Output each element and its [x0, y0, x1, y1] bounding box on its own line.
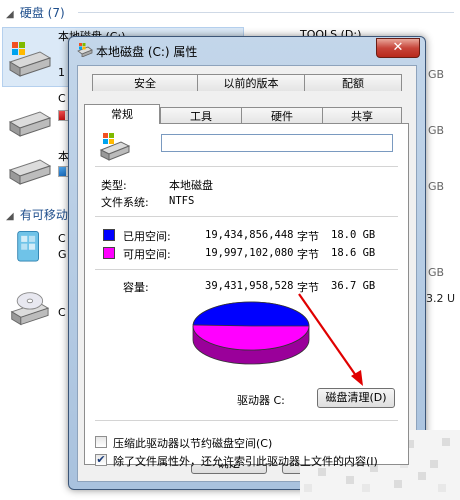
disk-cleanup-button[interactable]: 磁盘清理(D)	[317, 388, 395, 408]
tab-hardware[interactable]: 硬件	[241, 107, 323, 124]
index-checkbox[interactable]: ✔	[95, 454, 107, 466]
drive-icon[interactable]	[6, 152, 52, 192]
group-divider	[78, 12, 454, 13]
group-hard-disks-label: 硬盘 (7)	[19, 6, 65, 20]
close-button[interactable]: ✕	[376, 38, 420, 58]
drive-size-text: GB	[428, 68, 445, 81]
tab-sharing[interactable]: 共享	[322, 107, 402, 124]
divider	[95, 216, 398, 217]
local-drive-icon	[99, 133, 131, 161]
drive-name-input[interactable]	[161, 134, 393, 152]
used-space-bytes: 19,434,856,448	[205, 229, 294, 241]
pie-slice-used	[192, 301, 310, 327]
tab-label: 常规	[111, 108, 133, 121]
drive-size-text: GB	[428, 266, 445, 279]
group-removable-label: 有可移动	[19, 208, 68, 222]
drive-label-fragment: C	[58, 92, 66, 105]
free-space-bytes: 19,997,102,080	[205, 247, 294, 259]
drive-usage-fill	[59, 167, 66, 176]
compress-checkbox[interactable]	[95, 436, 107, 448]
group-hard-disks[interactable]: ◢ 硬盘 (7)	[6, 4, 65, 21]
drive-label-fragment: C	[58, 232, 66, 245]
drive-label-fragment: G	[58, 248, 67, 261]
capacity-label: 容量:	[123, 281, 149, 294]
drive-icon[interactable]	[6, 104, 52, 144]
drive-usage-fill	[59, 111, 65, 120]
used-space-swatch	[103, 229, 115, 241]
tab-general[interactable]: 常规	[84, 104, 160, 124]
tab-label: 以前的版本	[223, 77, 279, 90]
used-space-size: 18.0 GB	[331, 229, 376, 241]
drive-size-text: GB	[428, 124, 445, 137]
chevron-down-icon: ◢	[6, 9, 14, 20]
free-space-swatch	[103, 247, 115, 259]
local-drive-icon[interactable]	[6, 40, 52, 80]
tab-label: 安全	[134, 77, 156, 90]
type-label: 类型:	[101, 179, 127, 192]
dialog-client-area: 安全 以前的版本 配额 常规 工具 硬件 共享 类型: 本地磁盘 文件系统: N…	[77, 65, 417, 482]
drive-label-fragment: 1	[58, 66, 65, 79]
tab-quota[interactable]: 配额	[304, 74, 402, 91]
divider	[95, 269, 398, 270]
type-value: 本地磁盘	[169, 179, 213, 192]
chevron-down-icon: ◢	[6, 211, 14, 222]
drive-icon	[77, 43, 93, 57]
drive-size-text: 3.2 U	[426, 292, 456, 305]
properties-dialog: 本地磁盘 (C:) 属性 ✕ 安全 以前的版本 配额 常规 工具 硬件 共享 类…	[68, 36, 426, 490]
group-removable[interactable]: ◢ 有可移动	[6, 206, 68, 223]
used-space-unit: 字节	[297, 230, 319, 243]
capacity-bytes: 39,431,958,528	[205, 280, 294, 292]
tab-tools[interactable]: 工具	[160, 107, 242, 124]
compress-label: 压缩此驱动器以节约磁盘空间(C)	[113, 437, 273, 450]
dvd-drive-icon[interactable]	[6, 290, 52, 330]
divider	[95, 166, 398, 167]
divider	[95, 420, 398, 421]
drive-size-text: GB	[428, 180, 445, 193]
drive-letter-label: 驱动器 C:	[237, 394, 285, 407]
dialog-titlebar[interactable]: 本地磁盘 (C:) 属性 ✕	[69, 37, 425, 63]
tab-label: 共享	[351, 110, 373, 123]
filesystem-value: NTFS	[169, 195, 195, 207]
drive-label-fragment: C	[58, 306, 66, 319]
dialog-title: 本地磁盘 (C:) 属性	[96, 45, 198, 59]
free-space-size: 18.6 GB	[331, 247, 376, 259]
check-icon: ✔	[96, 453, 106, 466]
tab-label: 配额	[342, 77, 364, 90]
close-icon: ✕	[392, 40, 404, 55]
free-space-label: 可用空间:	[123, 248, 171, 261]
filesystem-label: 文件系统:	[101, 196, 149, 209]
tab-previous-versions[interactable]: 以前的版本	[197, 74, 305, 91]
annotation-arrow	[298, 293, 363, 386]
index-label: 除了文件属性外，还允许索引此驱动器上文件的内容(I)	[113, 455, 378, 468]
general-tab-panel: 类型: 本地磁盘 文件系统: NTFS 已用空间: 19,434,856,448…	[84, 123, 409, 468]
tab-label: 硬件	[271, 110, 293, 123]
free-space-unit: 字节	[297, 248, 319, 261]
removable-device-icon[interactable]	[6, 228, 52, 268]
tab-label: 工具	[190, 110, 212, 123]
tab-security[interactable]: 安全	[92, 74, 198, 91]
used-space-label: 已用空间:	[123, 230, 171, 243]
